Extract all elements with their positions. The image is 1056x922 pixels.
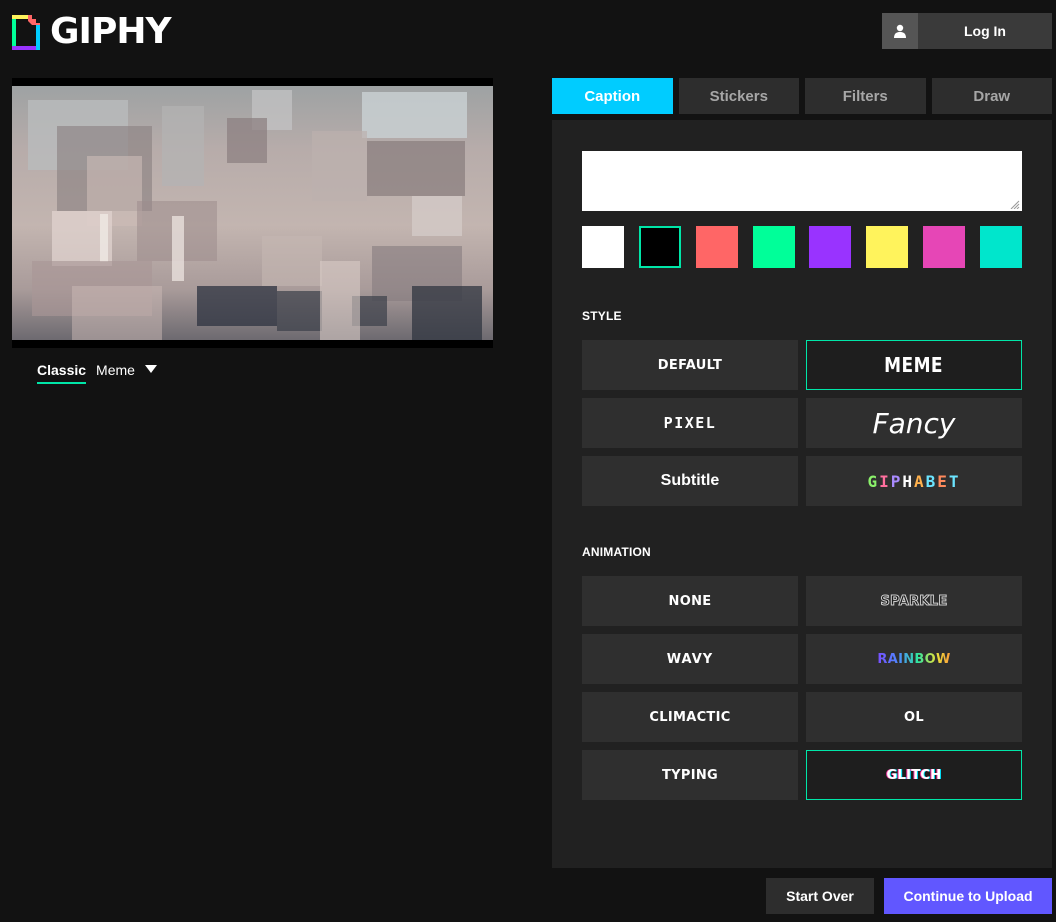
login-label: Log In xyxy=(964,23,1006,39)
animation-option-rainbow[interactable]: RAINBOW xyxy=(806,634,1022,684)
animation-none-label: NONE xyxy=(668,593,712,609)
mode-tab-classic[interactable]: Classic xyxy=(37,362,87,384)
gif-preview-image xyxy=(12,86,493,340)
start-over-button[interactable]: Start Over xyxy=(766,878,874,914)
style-option-subtitle[interactable]: Subtitle xyxy=(582,456,798,506)
animation-option-wavy[interactable]: WAVY xyxy=(582,634,798,684)
style-meme-label: MEME xyxy=(884,353,944,377)
resize-grip-icon[interactable] xyxy=(1010,200,1020,209)
style-option-giphabet[interactable]: GIPHABET xyxy=(806,456,1022,506)
mode-tab-meme-label: Meme xyxy=(96,362,135,378)
color-swatch-black[interactable] xyxy=(638,226,681,268)
animation-wavy-label: WAVY xyxy=(666,651,714,667)
animation-option-climactic[interactable]: CLIMACTIC xyxy=(582,692,798,742)
tab-draw[interactable]: Draw xyxy=(931,78,1052,114)
tab-stickers[interactable]: Stickers xyxy=(678,78,799,114)
tab-filters[interactable]: Filters xyxy=(805,78,926,114)
login-button[interactable]: Log In xyxy=(882,13,1052,49)
continue-to-upload-button[interactable]: Continue to Upload xyxy=(884,878,1052,914)
tab-caption[interactable]: Caption xyxy=(552,78,673,114)
animation-options: NONE SPARKLE WAVY RAINBOW CLIMACTIC OL T… xyxy=(582,576,1022,800)
style-option-fancy[interactable]: Fancy xyxy=(806,398,1022,448)
color-swatch-pink[interactable] xyxy=(923,226,966,268)
color-swatch-green[interactable] xyxy=(752,226,795,268)
giphy-logo-icon xyxy=(12,14,40,50)
style-subtitle-label: Subtitle xyxy=(660,472,720,489)
animation-option-glitch[interactable]: GLITCH xyxy=(806,750,1022,800)
animation-option-none[interactable]: NONE xyxy=(582,576,798,626)
animation-typing-label: TYPING xyxy=(662,767,718,783)
style-option-default[interactable]: DEFAULT xyxy=(582,340,798,390)
animation-section-title: ANIMATION xyxy=(582,545,651,559)
style-option-meme[interactable]: MEME xyxy=(806,340,1022,390)
color-swatch-white[interactable] xyxy=(582,226,624,268)
animation-glitch-label: GLITCH xyxy=(886,767,942,783)
style-section-title: STYLE xyxy=(582,309,622,323)
animation-option-typing[interactable]: TYPING xyxy=(582,750,798,800)
user-icon xyxy=(882,13,918,49)
giphy-logo[interactable]: GIPHY xyxy=(12,11,172,52)
caption-input[interactable] xyxy=(582,151,1022,211)
preview-mode-tabs: Classic Meme xyxy=(37,362,157,384)
animation-option-sparkle[interactable]: SPARKLE xyxy=(806,576,1022,626)
style-default-label: DEFAULT xyxy=(657,357,723,373)
style-giphabet-label: GIPHABET xyxy=(867,471,961,491)
animation-sparkle-label: SPARKLE xyxy=(880,593,948,609)
color-swatches xyxy=(582,226,1022,268)
style-fancy-label: Fancy xyxy=(872,406,956,440)
color-swatch-purple[interactable] xyxy=(809,226,852,268)
style-pixel-label: PIXEL xyxy=(663,414,717,432)
animation-option-ol[interactable]: OL xyxy=(806,692,1022,742)
color-swatch-red[interactable] xyxy=(695,226,738,268)
brand-wordmark: GIPHY xyxy=(50,11,172,52)
style-option-pixel[interactable]: PIXEL xyxy=(582,398,798,448)
color-swatch-teal[interactable] xyxy=(979,226,1022,268)
gif-preview xyxy=(12,78,493,348)
animation-climactic-label: CLIMACTIC xyxy=(649,709,731,725)
style-options: DEFAULT MEME PIXEL Fancy Subtitle GIPHAB… xyxy=(582,340,1022,506)
caret-down-icon xyxy=(144,365,157,373)
mode-tab-meme[interactable]: Meme xyxy=(96,362,157,384)
animation-rainbow-label: RAINBOW xyxy=(877,651,951,667)
caption-panel: STYLE DEFAULT MEME PIXEL Fancy Subtitle … xyxy=(552,120,1052,868)
animation-ol-label: OL xyxy=(904,709,924,725)
editor-tabs: Caption Stickers Filters Draw xyxy=(552,78,1052,114)
color-swatch-yellow[interactable] xyxy=(866,226,909,268)
